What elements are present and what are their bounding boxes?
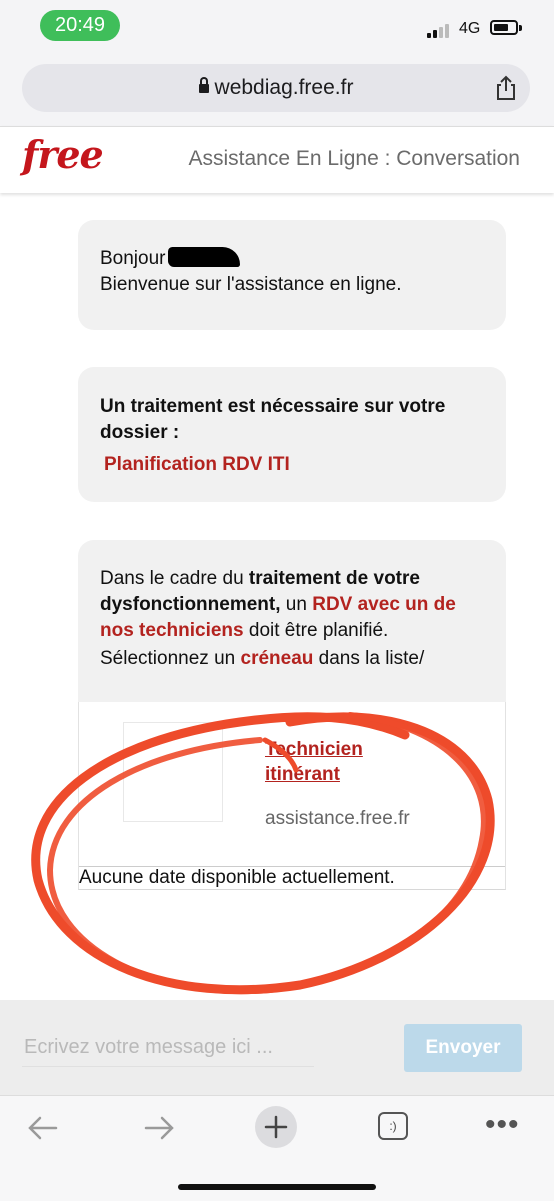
lock-icon — [198, 77, 209, 93]
plus-icon — [264, 1115, 288, 1139]
status-time: 20:49 — [40, 10, 120, 41]
cellular-signal-icon — [427, 22, 453, 38]
chat-message-treatment: Un traitement est nécessaire sur votre d… — [78, 367, 506, 502]
no-date-text: Aucune date disponible actuellement. — [79, 866, 505, 891]
url-text: webdiag.free.fr — [214, 76, 354, 99]
share-icon[interactable] — [492, 74, 520, 102]
new-tab-button[interactable] — [255, 1106, 297, 1148]
card-domain: assistance.free.fr — [265, 808, 410, 829]
treatment-text: Un traitement est nécessaire sur votre d… — [100, 396, 446, 443]
home-indicator — [178, 1184, 376, 1190]
page-title: Assistance En Ligne : Conversation — [188, 147, 520, 170]
browser-toolbar: :) ••• — [0, 1095, 554, 1201]
site-header: free Assistance En Ligne : Conversation — [0, 126, 554, 193]
browser-address-area: webdiag.free.fr — [0, 58, 554, 126]
status-bar: 20:49 4G — [0, 0, 554, 58]
redacted-name — [167, 247, 240, 267]
chat-message-greeting: Bonjour Bienvenue sur l'assistance en li… — [78, 220, 506, 330]
select-slot-text: Sélectionnez un créneau dans la liste/ — [100, 648, 425, 669]
battery-icon — [490, 20, 518, 35]
more-options-icon[interactable]: ••• — [485, 1108, 520, 1142]
chat-message-appointment: Dans le cadre du traitement de votre dys… — [78, 540, 506, 705]
greeting-text: Bonjour — [100, 248, 166, 269]
back-arrow-icon[interactable] — [22, 1108, 62, 1148]
technician-card: Technicien itinérant assistance.free.fr … — [78, 702, 506, 890]
network-type: 4G — [459, 20, 481, 37]
appointment-text: Dans le cadre du traitement de votre dys… — [100, 568, 456, 641]
message-composer: Envoyer — [0, 1000, 554, 1095]
address-bar[interactable]: webdiag.free.fr — [22, 64, 530, 112]
send-button[interactable]: Envoyer — [404, 1024, 522, 1072]
treatment-item: Planification RDV ITI — [104, 454, 290, 475]
welcome-text: Bienvenue sur l'assistance en ligne. — [100, 274, 402, 295]
technician-link[interactable]: Technicien itinérant — [265, 737, 405, 787]
tabs-button[interactable]: :) — [378, 1112, 408, 1140]
message-input[interactable] — [22, 1028, 314, 1067]
card-thumbnail — [123, 722, 223, 822]
free-logo[interactable]: free — [22, 132, 104, 177]
forward-arrow-icon[interactable] — [140, 1108, 180, 1148]
